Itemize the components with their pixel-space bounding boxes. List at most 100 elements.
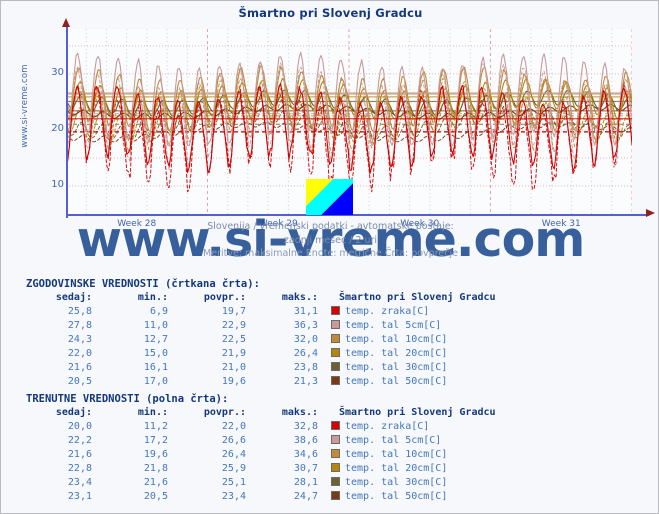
table-row: 22,0 15,0 21,9 26,4 temp. tal 20cm[C]	[21, 346, 499, 360]
col-maks: maks.:	[281, 407, 318, 418]
cell-min: 6,9	[149, 305, 168, 317]
legend-label: temp. tal 20cm[C]	[345, 347, 448, 359]
cell-povpr: 21,0	[221, 361, 246, 373]
table-row: 21,6 16,1 21,0 23,8 temp. tal 30cm[C]	[21, 360, 499, 374]
col-min: min.:	[137, 407, 168, 418]
cell-sedaj: 22,2	[67, 434, 92, 446]
cell-min: 11,0	[143, 319, 168, 331]
cell-maks: 32,8	[293, 420, 318, 432]
cell-maks: 28,1	[293, 476, 318, 488]
x-axis-arrow-icon	[646, 209, 655, 217]
cell-sedaj: 22,8	[67, 462, 92, 474]
table-row: 20,0 11,2 22,0 32,8 temp. zraka[C]	[21, 419, 499, 433]
cell-povpr: 25,1	[221, 476, 246, 488]
subtitle-line-2: zadnji mesec / 2 uri	[283, 234, 378, 246]
cell-maks: 36,3	[293, 319, 318, 331]
cell-povpr: 22,0	[221, 420, 246, 432]
legend-label: temp. zraka[C]	[345, 420, 430, 432]
col-legend-header: Šmartno pri Slovenj Gradcu	[339, 292, 496, 303]
y-axis-ticks: 10 20 30	[22, 25, 64, 215]
cell-sedaj: 23,1	[67, 490, 92, 502]
cell-min: 21,8	[143, 462, 168, 474]
legend-color-swatch-icon	[331, 305, 340, 315]
legend-entry: temp. tal 20cm[C]	[321, 461, 499, 475]
table-row: 20,5 17,0 19,6 21,3 temp. tal 50cm[C]	[21, 374, 499, 388]
current-caption: TRENUTNE VREDNOSTI (polna črta):	[26, 393, 229, 405]
cell-maks: 21,3	[293, 375, 318, 387]
legend-entry: temp. tal 10cm[C]	[321, 332, 499, 346]
cell-povpr: 26,6	[221, 434, 246, 446]
legend-color-swatch-icon	[331, 420, 340, 430]
subtitle-line-3: Meritve: maksimalne Enote: metrične Črta…	[203, 248, 458, 259]
historical-table-body: 25,8 6,9 19,7 31,1 temp. zraka[C] 27,8 11,0 22,…	[21, 304, 499, 388]
y-tick-label: 20	[51, 122, 64, 134]
legend-label: temp. tal 10cm[C]	[345, 333, 448, 345]
page-title: Šmartno pri Slovenj Gradcu	[238, 6, 423, 20]
cell-maks: 38,6	[293, 434, 318, 446]
cell-sedaj: 20,0	[67, 420, 92, 432]
legend-color-swatch-icon	[331, 476, 340, 486]
cell-povpr: 26,4	[221, 448, 246, 460]
col-min: min.:	[137, 292, 168, 303]
legend-entry: temp. tal 50cm[C]	[321, 489, 499, 503]
cell-sedaj: 20,5	[67, 375, 92, 387]
y-axis	[66, 25, 68, 218]
cell-sedaj: 27,8	[67, 319, 92, 331]
legend-entry: temp. tal 10cm[C]	[321, 447, 499, 461]
table-row: 24,3 12,7 22,5 32,0 temp. tal 10cm[C]	[21, 332, 499, 346]
chart-subtitle: Slovenija / vremenski podatki - avtomats…	[1, 220, 658, 261]
cell-povpr: 19,7	[221, 305, 246, 317]
legend-color-swatch-icon	[331, 375, 340, 385]
cell-sedaj: 22,0	[67, 347, 92, 359]
legend-color-swatch-icon	[331, 434, 340, 444]
historical-table: sedaj: min.: povpr.: maks.: Šmartno pri …	[21, 292, 499, 388]
cell-povpr: 23,4	[221, 490, 246, 502]
cell-min: 11,2	[143, 420, 168, 432]
cell-min: 12,7	[143, 333, 168, 345]
legend-entry: temp. zraka[C]	[321, 419, 499, 433]
cell-min: 17,0	[143, 375, 168, 387]
y-tick-label: 10	[51, 178, 64, 190]
table-header-row: sedaj: min.: povpr.: maks.: Šmartno pri …	[21, 292, 499, 304]
legend-label: temp. tal 30cm[C]	[345, 361, 448, 373]
legend-entry: temp. tal 5cm[C]	[321, 433, 499, 447]
col-sedaj: sedaj:	[55, 292, 92, 303]
table-row: 21,6 19,6 26,4 34,6 temp. tal 10cm[C]	[21, 447, 499, 461]
chart-page: Šmartno pri Slovenj Gradcu www.si-vreme.…	[0, 0, 659, 514]
cell-min: 19,6	[143, 448, 168, 460]
cell-sedaj: 21,6	[67, 448, 92, 460]
legend-label: temp. tal 50cm[C]	[345, 490, 448, 502]
legend-entry: temp. zraka[C]	[321, 304, 499, 318]
cell-sedaj: 23,4	[67, 476, 92, 488]
legend-color-swatch-icon	[331, 333, 340, 343]
cell-maks: 23,8	[293, 361, 318, 373]
legend-label: temp. zraka[C]	[345, 305, 430, 317]
subtitle-line-1: Slovenija / vremenski podatki - avtomats…	[207, 221, 454, 232]
legend-label: temp. tal 5cm[C]	[345, 434, 442, 446]
table-row: 27,8 11,0 22,9 36,3 temp. tal 5cm[C]	[21, 318, 499, 332]
table-row: 23,4 21,6 25,1 28,1 temp. tal 30cm[C]	[21, 475, 499, 489]
si-vreme-logo-icon	[306, 179, 353, 215]
cell-maks: 30,7	[293, 462, 318, 474]
table-row: 23,1 20,5 23,4 24,7 temp. tal 50cm[C]	[21, 489, 499, 503]
cell-min: 16,1	[143, 361, 168, 373]
table-header-row: sedaj: min.: povpr.: maks.: Šmartno pri …	[21, 407, 499, 419]
historical-caption: ZGODOVINSKE VREDNOSTI (črtkana črta):	[26, 278, 260, 290]
cell-min: 20,5	[143, 490, 168, 502]
legend-entry: temp. tal 30cm[C]	[321, 360, 499, 374]
cell-min: 21,6	[143, 476, 168, 488]
y-tick-label: 30	[51, 66, 64, 78]
cell-maks: 34,6	[293, 448, 318, 460]
legend-label: temp. tal 5cm[C]	[345, 319, 442, 331]
cell-povpr: 21,9	[221, 347, 246, 359]
cell-maks: 31,1	[293, 305, 318, 317]
legend-entry: temp. tal 30cm[C]	[321, 475, 499, 489]
legend-color-swatch-icon	[331, 462, 340, 472]
cell-maks: 32,0	[293, 333, 318, 345]
col-legend-header: Šmartno pri Slovenj Gradcu	[339, 407, 496, 418]
col-sedaj: sedaj:	[55, 407, 92, 418]
legend-entry: temp. tal 5cm[C]	[321, 318, 499, 332]
cell-povpr: 22,9	[221, 319, 246, 331]
legend-color-swatch-icon	[331, 490, 340, 500]
col-povpr: povpr.:	[203, 407, 246, 418]
